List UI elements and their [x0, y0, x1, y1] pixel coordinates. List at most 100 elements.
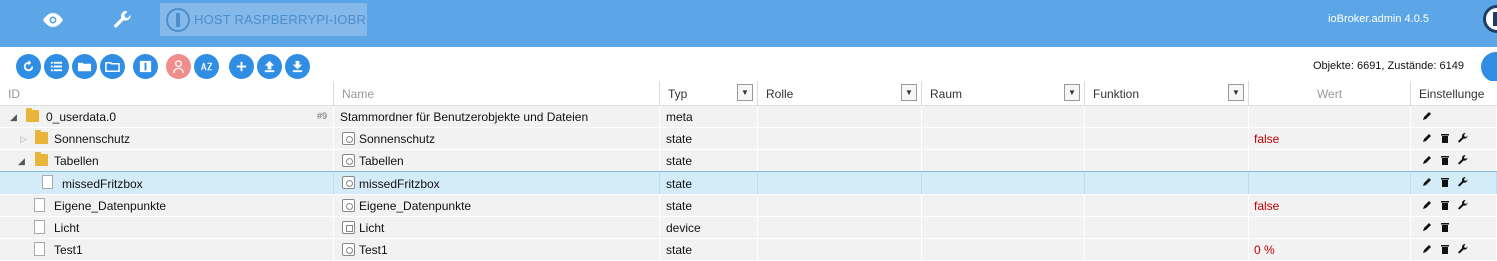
list-view-button[interactable] — [44, 54, 69, 79]
row-value[interactable]: false — [1249, 128, 1411, 150]
upload-icon — [264, 60, 275, 73]
chevron-down-icon[interactable]: ▼ — [1064, 84, 1080, 101]
child-count-badge: #9 — [317, 111, 328, 121]
version-label: ioBroker.admin 4.0.5 — [1328, 13, 1429, 25]
edit-icon[interactable] — [1421, 222, 1432, 234]
row-type: state — [660, 239, 758, 261]
chevron-down-icon[interactable]: ▼ — [737, 84, 753, 101]
expert-mode-button[interactable] — [166, 54, 191, 79]
row-name: Licht — [359, 221, 385, 235]
folder-icon — [26, 108, 39, 122]
file-icon — [34, 220, 45, 234]
table-row[interactable]: Test1 Test1 state 0 % — [0, 239, 1497, 261]
refresh-icon — [23, 59, 34, 72]
file-icon — [34, 242, 45, 256]
wrench-icon[interactable] — [110, 9, 136, 31]
brand-logo-icon — [1483, 5, 1497, 33]
delete-icon[interactable] — [1439, 244, 1450, 256]
row-id: Test1 — [54, 243, 83, 257]
edit-icon[interactable] — [1421, 133, 1432, 145]
host-selector[interactable]: HOST RASPBERRYPI-IOBR — [160, 3, 367, 36]
column-type[interactable]: Typ ▼ — [660, 81, 758, 106]
chevron-down-icon[interactable]: ▼ — [901, 84, 917, 101]
edit-icon[interactable] — [1421, 177, 1432, 189]
refresh-button[interactable] — [16, 54, 41, 79]
collapsed-triangle-icon[interactable]: ▷ — [20, 134, 30, 144]
wrench-icon[interactable] — [1457, 200, 1468, 212]
column-type-label: Typ — [668, 87, 688, 101]
file-icon — [34, 198, 45, 212]
row-id: Sonnenschutz — [54, 132, 131, 146]
one-icon — [139, 60, 152, 73]
folder-open-icon — [105, 62, 120, 72]
download-icon — [292, 60, 303, 73]
delete-icon[interactable] — [1439, 200, 1450, 212]
state-icon — [342, 199, 355, 212]
delete-icon[interactable] — [1439, 155, 1450, 167]
chevron-down-icon[interactable]: ▼ — [1228, 84, 1244, 101]
table-row[interactable]: ▷ Sonnenschutz Sonnenschutz state false — [0, 128, 1497, 150]
column-room[interactable]: Raum ▼ — [922, 81, 1085, 106]
row-name: missedFritzbox — [359, 177, 440, 191]
row-value — [1249, 172, 1411, 194]
collapse-folder-button[interactable] — [72, 54, 97, 79]
state-icon — [342, 243, 355, 256]
table-row[interactable]: ◢ Tabellen Tabellen state — [0, 150, 1497, 172]
column-function[interactable]: Funktion ▼ — [1085, 81, 1249, 106]
row-type: state — [660, 150, 758, 172]
top-bar: HOST RASPBERRYPI-IOBR ioBroker.admin 4.0… — [0, 0, 1497, 47]
edit-icon[interactable] — [1421, 200, 1432, 212]
folder-icon — [77, 62, 92, 72]
expand-folder-button[interactable] — [100, 54, 125, 79]
column-id[interactable]: ID — [0, 81, 334, 106]
wrench-icon[interactable] — [1457, 155, 1468, 167]
host-label: HOST RASPBERRYPI-IOBR — [194, 12, 367, 27]
sort-az-button[interactable] — [194, 54, 219, 79]
column-name[interactable]: Name — [334, 81, 660, 106]
state-icon — [342, 132, 355, 145]
row-name: Sonnenschutz — [359, 132, 436, 146]
expert-icon — [173, 60, 184, 74]
row-id: 0_userdata.0 — [46, 110, 117, 124]
row-type: state — [660, 195, 758, 217]
wrench-icon[interactable] — [1457, 244, 1468, 256]
row-value[interactable]: 0 % — [1249, 239, 1411, 261]
settings-wrench-button[interactable] — [1481, 52, 1497, 82]
wrench-icon[interactable] — [1457, 177, 1468, 189]
edit-icon[interactable] — [1421, 244, 1432, 256]
iobroker-logo-icon — [166, 7, 190, 32]
row-name: Tabellen — [359, 154, 404, 168]
row-type: device — [660, 217, 758, 239]
edit-icon[interactable] — [1421, 155, 1432, 167]
upload-button[interactable] — [257, 54, 282, 79]
row-value — [1249, 106, 1411, 128]
eye-icon[interactable] — [40, 9, 66, 31]
add-button[interactable] — [229, 54, 254, 79]
row-type: state — [660, 128, 758, 150]
table-row[interactable]: Licht Licht device — [0, 217, 1497, 239]
column-settings: Einstellunge — [1419, 87, 1485, 101]
state-icon — [342, 154, 355, 167]
edit-icon[interactable] — [1421, 111, 1432, 123]
expanded-triangle-icon[interactable]: ◢ — [18, 156, 28, 166]
table-row[interactable]: ◢ 0_userdata.0 #9 Stammordner für Benutz… — [0, 106, 1497, 128]
delete-icon[interactable] — [1439, 222, 1450, 234]
folder-icon — [35, 130, 48, 144]
wrench-icon[interactable] — [1457, 133, 1468, 145]
table-row[interactable]: Eigene_Datenpunkte Eigene_Datenpunkte st… — [0, 195, 1497, 217]
row-id: Licht — [54, 221, 80, 235]
row-value — [1249, 150, 1411, 172]
row-type: meta — [660, 106, 758, 128]
delete-icon[interactable] — [1439, 133, 1450, 145]
row-name: Eigene_Datenpunkte — [359, 199, 472, 213]
column-role[interactable]: Rolle ▼ — [758, 81, 922, 106]
table-row-selected[interactable]: missedFritzbox missedFritzbox state — [0, 171, 1497, 196]
download-button[interactable] — [285, 54, 310, 79]
level-button[interactable] — [133, 54, 158, 79]
table-header: ID Name Typ ▼ Rolle ▼ Raum ▼ Funktion ▼ … — [0, 81, 1497, 106]
delete-icon[interactable] — [1439, 177, 1450, 189]
expanded-triangle-icon[interactable]: ◢ — [10, 112, 20, 122]
row-value[interactable]: false — [1249, 195, 1411, 217]
row-id: Eigene_Datenpunkte — [54, 199, 167, 213]
column-room-label: Raum — [930, 87, 963, 101]
